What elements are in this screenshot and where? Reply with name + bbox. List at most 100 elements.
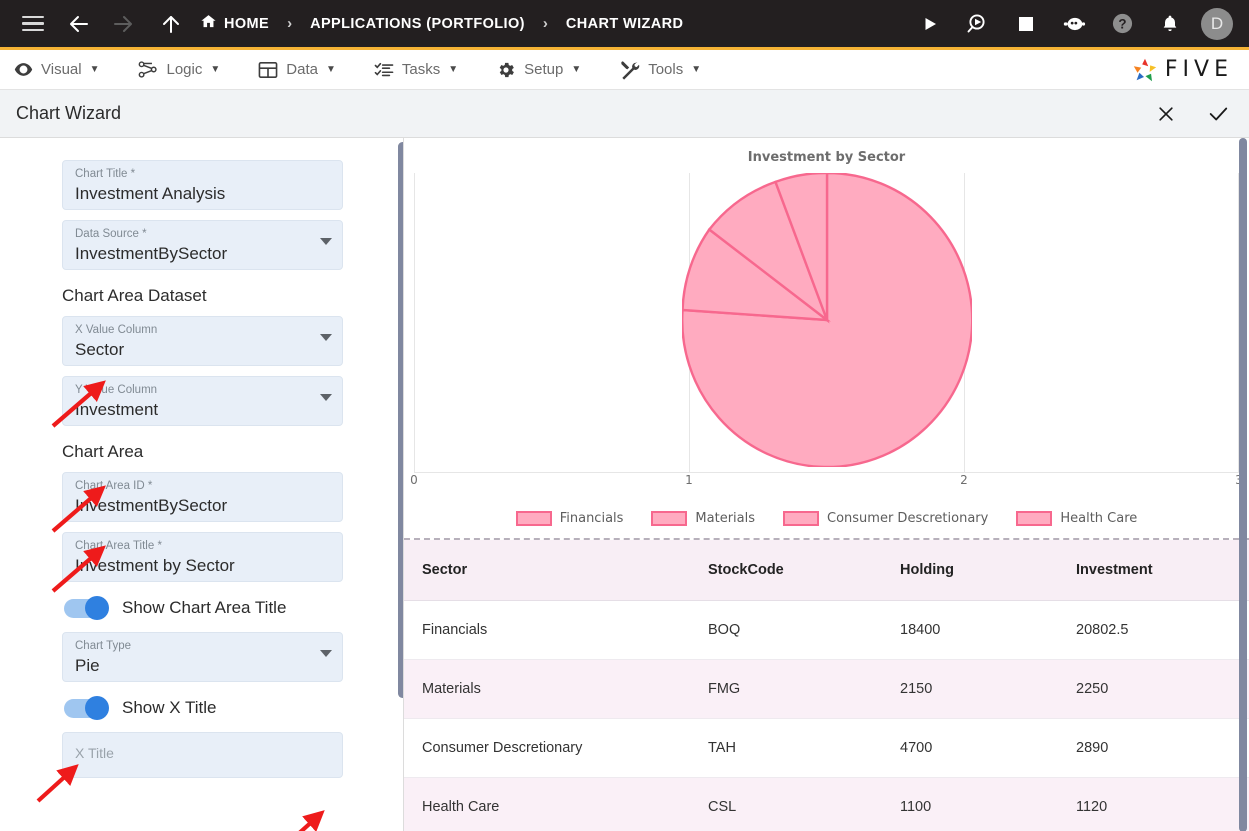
menu-item-data[interactable]: Data ▼ xyxy=(258,61,336,79)
label-data-source: Data Source * xyxy=(75,228,147,240)
dropdown-caret-y-value-column[interactable] xyxy=(320,394,332,401)
up-arrow-icon[interactable] xyxy=(154,7,188,41)
close-icon[interactable] xyxy=(1153,101,1179,127)
eye-icon xyxy=(14,60,33,79)
back-arrow-icon[interactable] xyxy=(62,7,96,41)
dropdown-caret-chart-type[interactable] xyxy=(320,650,332,657)
label-chart-area-title: Chart Area Title * xyxy=(75,540,162,552)
table-row[interactable]: Materials FMG 2150 2250 xyxy=(404,659,1249,719)
dropdown-caret-x-value-column[interactable] xyxy=(320,334,332,341)
cell-investment: 20802.5 xyxy=(1058,600,1249,660)
five-logo: FIVE xyxy=(1131,56,1233,84)
toggle-show-chart-area-title[interactable]: Show Chart Area Title xyxy=(64,596,343,620)
top-navigation-bar: HOME › APPLICATIONS (PORTFOLIO) › CHART … xyxy=(0,0,1249,50)
section-title-chart-area: Chart Area xyxy=(62,442,144,461)
menu-icon[interactable] xyxy=(16,7,50,41)
cell-holding: 2150 xyxy=(882,659,1058,719)
breadcrumb-item-home[interactable]: HOME xyxy=(196,13,273,34)
legend-item-health-care[interactable]: Health Care xyxy=(1016,511,1137,526)
cell-stockcode: TAH xyxy=(690,718,882,778)
field-x-value-column[interactable]: X Value Column Sector xyxy=(62,316,343,366)
field-chart-title[interactable]: Chart Title * Investment Analysis xyxy=(62,160,343,210)
stop-icon[interactable] xyxy=(1009,7,1043,41)
logic-nodes-icon xyxy=(138,60,159,79)
cell-holding: 4700 xyxy=(882,718,1058,778)
value-chart-title: Investment Analysis xyxy=(75,184,226,203)
legend-item-consumer-descretionary[interactable]: Consumer Descretionary xyxy=(783,511,988,526)
wizard-header: Chart Wizard xyxy=(0,90,1249,138)
field-y-value-column[interactable]: Y Value Column Investment xyxy=(62,376,343,426)
table-row[interactable]: Health Care CSL 1100 1120 xyxy=(404,777,1249,831)
value-chart-area-title: Investment by Sector xyxy=(75,556,235,575)
legend-item-financials[interactable]: Financials xyxy=(515,511,624,526)
chart-legend: Financials Materials Consumer Descretion… xyxy=(404,511,1249,526)
breadcrumb-item-chart-wizard[interactable]: CHART WIZARD xyxy=(562,16,688,32)
menu-item-logic[interactable]: Logic ▼ xyxy=(138,60,221,79)
menu-item-tasks[interactable]: Tasks ▼ xyxy=(374,61,458,79)
play-icon[interactable] xyxy=(913,7,947,41)
cell-investment: 1120 xyxy=(1058,777,1249,831)
chart-x-axis-ticks: 0 1 2 3 xyxy=(410,473,1243,495)
wizard-body: Chart Title * Investment Analysis Data S… xyxy=(0,138,1249,831)
gear-icon xyxy=(496,60,516,80)
table-header-row: Sector StockCode Holding Investment xyxy=(404,540,1249,601)
value-chart-area-id: InvestmentBySector xyxy=(75,496,228,515)
dropdown-caret-data-source[interactable] xyxy=(320,238,332,245)
menu-item-visual[interactable]: Visual ▼ xyxy=(14,60,100,79)
right-panel-scrollbar[interactable] xyxy=(1239,138,1247,831)
switch-show-chart-area-title[interactable] xyxy=(64,596,109,620)
field-data-source[interactable]: Data Source * InvestmentBySector xyxy=(62,220,343,270)
column-header-investment[interactable]: Investment xyxy=(1058,540,1249,601)
toggle-show-x-title[interactable]: Show X Title xyxy=(64,696,343,720)
confirm-check-icon[interactable] xyxy=(1205,101,1231,127)
cell-sector: Health Care xyxy=(404,777,690,831)
label-chart-title: Chart Title * xyxy=(75,168,136,180)
chart-preview-panel: Investment by Sector 0 1 2 3 xyxy=(404,138,1249,831)
x-tick-1: 1 xyxy=(685,473,693,487)
forward-arrow-icon[interactable] xyxy=(106,7,140,41)
table-row[interactable]: Consumer Descretionary TAH 4700 2890 xyxy=(404,718,1249,778)
breadcrumb-label-chart-wizard: CHART WIZARD xyxy=(565,15,684,32)
legend-swatch-materials xyxy=(651,511,688,526)
column-header-holding[interactable]: Holding xyxy=(882,540,1058,601)
label-chart-type: Chart Type xyxy=(75,640,132,652)
svg-text:?: ? xyxy=(1118,16,1126,31)
label-y-value-column: Y Value Column xyxy=(75,384,158,396)
menu-label-tasks: Tasks xyxy=(401,61,441,78)
legend-item-materials[interactable]: Materials xyxy=(651,511,755,526)
breadcrumb-separator: › xyxy=(287,15,293,32)
column-header-sector[interactable]: Sector xyxy=(404,540,690,601)
notifications-bell-icon[interactable] xyxy=(1153,7,1187,41)
menu-item-tools[interactable]: Tools ▼ xyxy=(619,60,701,80)
x-tick-2: 2 xyxy=(960,473,968,487)
breadcrumb-item-applications[interactable]: APPLICATIONS (PORTFOLIO) xyxy=(306,16,529,32)
field-x-title[interactable]: X Title xyxy=(62,732,343,778)
table-grid-icon xyxy=(258,61,278,79)
breadcrumb: HOME › APPLICATIONS (PORTFOLIO) › CHART … xyxy=(196,13,687,34)
search-run-icon[interactable] xyxy=(961,7,995,41)
menu-label-setup: Setup xyxy=(524,61,564,78)
cell-stockcode: CSL xyxy=(690,777,882,831)
column-header-stockcode[interactable]: StockCode xyxy=(690,540,882,601)
menu-label-data: Data xyxy=(286,61,318,78)
field-chart-type[interactable]: Chart Type Pie xyxy=(62,632,343,682)
menu-item-setup[interactable]: Setup ▼ xyxy=(496,60,581,80)
chevron-down-icon-2: ▼ xyxy=(210,64,221,75)
settings-form-panel: Chart Title * Investment Analysis Data S… xyxy=(0,138,404,831)
chat-bot-icon[interactable] xyxy=(1057,7,1091,41)
field-chart-area-id[interactable]: Chart Area ID * InvestmentBySector xyxy=(62,472,343,522)
legend-label-financials: Financials xyxy=(559,511,624,526)
toggle-label-show-chart-area-title: Show Chart Area Title xyxy=(122,598,287,617)
help-icon[interactable]: ? xyxy=(1105,7,1139,41)
avatar[interactable]: D xyxy=(1201,7,1233,40)
menu-label-visual: Visual xyxy=(41,61,82,78)
legend-label-consumer-descretionary: Consumer Descretionary xyxy=(827,511,989,526)
breadcrumb-label-applications: APPLICATIONS (PORTFOLIO) xyxy=(310,15,525,32)
table-row[interactable]: Financials BOQ 18400 20802.5 xyxy=(404,600,1249,660)
page-title: Chart Wizard xyxy=(16,103,122,123)
cell-sector: Consumer Descretionary xyxy=(404,718,690,778)
pie-chart[interactable] xyxy=(681,173,972,467)
chevron-down-icon-6: ▼ xyxy=(691,64,702,75)
field-chart-area-title[interactable]: Chart Area Title * Investment by Sector xyxy=(62,532,343,582)
switch-show-x-title[interactable] xyxy=(64,696,109,720)
